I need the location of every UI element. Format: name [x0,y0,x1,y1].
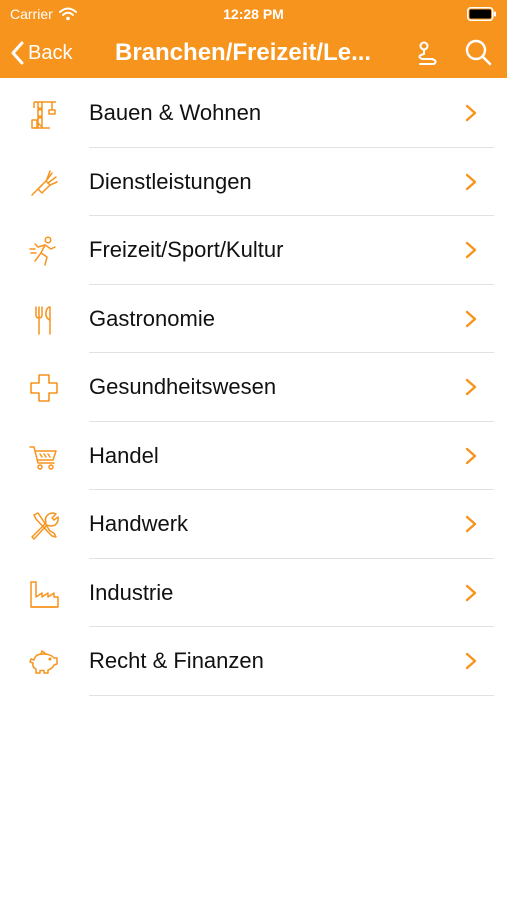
header: Carrier 12:28 PM Back Branchen/Freizeit/… [0,0,507,78]
chevron-left-icon [11,41,24,65]
cross-icon [30,374,58,402]
list-item-label: Dienstleistungen [89,168,252,194]
list-item-freizeit-sport-kultur[interactable]: Freizeit/Sport/Kultur [0,216,507,285]
list-item-recht-finanzen[interactable]: Recht & Finanzen [0,627,507,696]
factory-icon [30,580,59,608]
list-item-label: Bauen & Wohnen [89,100,262,125]
chevron-right-icon [465,584,477,601]
chevron-right-icon [465,515,477,533]
chevron-right-icon [465,241,477,259]
status-time: 12:28 PM [223,6,284,22]
list-item-dienstleistungen[interactable]: Dienstleistungen [0,148,507,216]
chevron-right-icon [465,173,477,190]
list-item-bauen-wohnen[interactable]: Bauen & Wohnen [0,79,507,148]
brush-icon [31,169,58,196]
chevron-right-icon [465,378,477,396]
list-item-handwerk[interactable]: Handwerk [0,490,507,559]
list-item-gesundheitswesen[interactable]: Gesundheitswesen [0,353,507,422]
list-item-label: Industrie [89,579,174,605]
row-divider [89,694,494,696]
chevron-right-icon [465,310,477,327]
back-button[interactable]: Back [10,38,72,68]
status-bar: Carrier 12:28 PM [0,0,507,28]
back-label: Back [28,41,73,64]
list-item-label: Handwerk [89,511,189,536]
list-item-handel[interactable]: Handel [0,422,507,490]
chevron-right-icon [465,652,477,670]
list-item-gastronomie[interactable]: Gastronomie [0,285,507,353]
list-item-label: Recht & Finanzen [89,648,264,673]
tools-icon [31,512,59,540]
search-icon[interactable] [463,38,493,68]
route-icon[interactable] [412,38,442,68]
runner-icon [29,236,56,266]
list-item-label: Handel [89,442,159,468]
list-item-label: Gesundheitswesen [89,374,277,399]
page-title: Branchen/Freizeit/Le... [115,39,372,66]
list-item-label: Gastronomie [89,305,215,331]
battery-icon [467,7,496,21]
chevron-right-icon [465,447,477,464]
category-list: Bauen & Wohnen Dienstleistungen Freizeit… [0,79,507,696]
navigation-bar: Back Branchen/Freizeit/Le... [0,28,507,78]
chevron-right-icon [465,104,477,122]
list-item-industrie[interactable]: Industrie [0,559,507,627]
cutlery-icon [35,305,51,335]
app-screen: Carrier 12:28 PM Back Branchen/Freizeit/… [0,0,507,900]
crane-icon [31,101,56,129]
list-item-label: Freizeit/Sport/Kultur [89,237,284,262]
cart-icon [29,445,57,470]
piggy-bank-icon [29,650,58,674]
